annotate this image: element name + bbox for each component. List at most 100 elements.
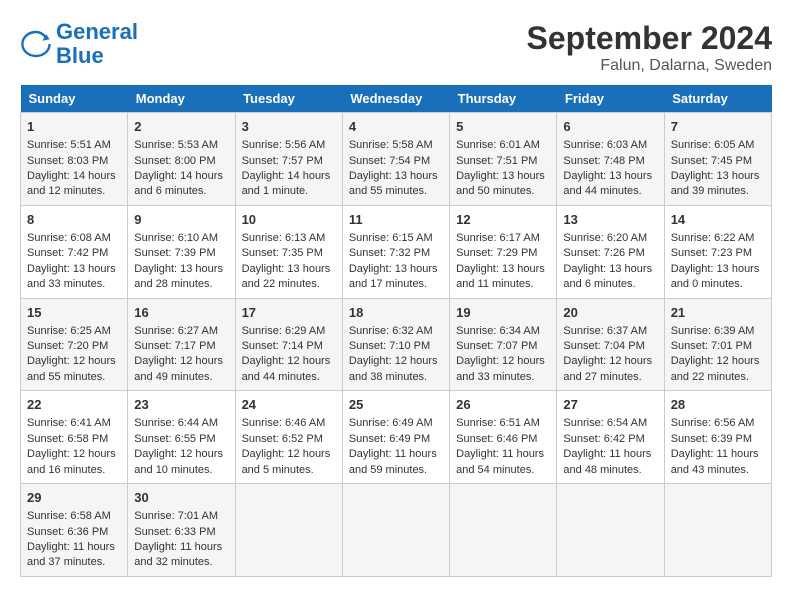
calendar-cell: 9Sunrise: 6:10 AMSunset: 7:39 PMDaylight… [128,205,235,298]
day-number: 6 [563,118,657,136]
day-number: 24 [242,396,336,414]
calendar-header: Sunday Monday Tuesday Wednesday Thursday… [21,85,772,113]
col-thursday: Thursday [450,85,557,113]
day-info: Daylight: 12 hours [242,448,331,460]
day-number: 1 [27,118,121,136]
day-info: and 48 minutes. [563,464,641,476]
day-info: Sunset: 8:00 PM [134,155,215,167]
day-info: Sunrise: 6:41 AM [27,417,111,429]
calendar-cell: 19Sunrise: 6:34 AMSunset: 7:07 PMDayligh… [450,298,557,391]
day-info: Sunset: 6:39 PM [671,433,752,445]
calendar-cell: 8Sunrise: 6:08 AMSunset: 7:42 PMDaylight… [21,205,128,298]
col-wednesday: Wednesday [342,85,449,113]
day-info: Sunset: 7:26 PM [563,247,644,259]
day-info: Daylight: 13 hours [671,170,760,182]
day-info: Sunrise: 6:08 AM [27,232,111,244]
day-info: Sunrise: 5:53 AM [134,139,218,151]
day-info: Sunset: 6:49 PM [349,433,430,445]
day-info: Sunrise: 7:01 AM [134,510,218,522]
day-info: Sunset: 7:14 PM [242,340,323,352]
day-info: Sunrise: 6:58 AM [27,510,111,522]
day-info: and 44 minutes. [242,371,320,383]
day-number: 23 [134,396,228,414]
day-info: Sunrise: 6:49 AM [349,417,433,429]
day-info: Daylight: 13 hours [456,170,545,182]
day-number: 19 [456,304,550,322]
day-info: Sunrise: 6:01 AM [456,139,540,151]
calendar-cell: 18Sunrise: 6:32 AMSunset: 7:10 PMDayligh… [342,298,449,391]
calendar-week-row: 15Sunrise: 6:25 AMSunset: 7:20 PMDayligh… [21,298,772,391]
day-info: Sunset: 7:42 PM [27,247,108,259]
day-number: 22 [27,396,121,414]
day-info: Sunrise: 6:03 AM [563,139,647,151]
calendar-week-row: 8Sunrise: 6:08 AMSunset: 7:42 PMDaylight… [21,205,772,298]
day-info: and 0 minutes. [671,278,743,290]
calendar-cell: 28Sunrise: 6:56 AMSunset: 6:39 PMDayligh… [664,391,771,484]
day-info: Sunset: 7:32 PM [349,247,430,259]
day-info: Sunset: 8:03 PM [27,155,108,167]
day-info: Daylight: 12 hours [134,448,223,460]
day-info: Daylight: 14 hours [27,170,116,182]
day-info: Sunrise: 6:05 AM [671,139,755,151]
calendar-week-row: 1Sunrise: 5:51 AMSunset: 8:03 PMDaylight… [21,113,772,206]
day-info: Daylight: 12 hours [671,355,760,367]
calendar-cell: 17Sunrise: 6:29 AMSunset: 7:14 PMDayligh… [235,298,342,391]
day-info: Daylight: 12 hours [134,355,223,367]
month-title: September 2024 [527,20,772,57]
day-info: Sunrise: 6:17 AM [456,232,540,244]
day-info: and 37 minutes. [27,556,105,568]
calendar-cell: 20Sunrise: 6:37 AMSunset: 7:04 PMDayligh… [557,298,664,391]
day-info: Sunrise: 6:44 AM [134,417,218,429]
day-info: and 50 minutes. [456,185,534,197]
day-number: 17 [242,304,336,322]
day-info: Sunrise: 6:10 AM [134,232,218,244]
day-info: Daylight: 13 hours [456,263,545,275]
day-info: Sunset: 7:39 PM [134,247,215,259]
day-info: Daylight: 13 hours [134,263,223,275]
day-info: and 54 minutes. [456,464,534,476]
calendar-cell: 13Sunrise: 6:20 AMSunset: 7:26 PMDayligh… [557,205,664,298]
day-info: Daylight: 12 hours [27,355,116,367]
day-info: and 22 minutes. [242,278,320,290]
day-info: Daylight: 14 hours [134,170,223,182]
day-info: Sunset: 6:42 PM [563,433,644,445]
day-info: and 17 minutes. [349,278,427,290]
day-info: Daylight: 12 hours [242,355,331,367]
calendar-cell: 14Sunrise: 6:22 AMSunset: 7:23 PMDayligh… [664,205,771,298]
col-tuesday: Tuesday [235,85,342,113]
day-number: 12 [456,211,550,229]
day-number: 16 [134,304,228,322]
day-info: and 27 minutes. [563,371,641,383]
day-info: Daylight: 11 hours [27,541,115,553]
day-info: Sunset: 6:33 PM [134,526,215,538]
calendar-week-row: 22Sunrise: 6:41 AMSunset: 6:58 PMDayligh… [21,391,772,484]
calendar-body: 1Sunrise: 5:51 AMSunset: 8:03 PMDaylight… [21,113,772,577]
calendar-cell: 29Sunrise: 6:58 AMSunset: 6:36 PMDayligh… [21,484,128,577]
day-info: Sunrise: 6:37 AM [563,325,647,337]
day-info: Daylight: 12 hours [349,355,438,367]
day-info: and 33 minutes. [27,278,105,290]
col-sunday: Sunday [21,85,128,113]
day-info: Daylight: 11 hours [349,448,437,460]
calendar-cell: 27Sunrise: 6:54 AMSunset: 6:42 PMDayligh… [557,391,664,484]
calendar-cell: 21Sunrise: 6:39 AMSunset: 7:01 PMDayligh… [664,298,771,391]
calendar-week-row: 29Sunrise: 6:58 AMSunset: 6:36 PMDayligh… [21,484,772,577]
day-info: and 6 minutes. [134,185,206,197]
calendar-cell: 26Sunrise: 6:51 AMSunset: 6:46 PMDayligh… [450,391,557,484]
day-info: Sunrise: 6:56 AM [671,417,755,429]
day-number: 29 [27,489,121,507]
day-info: Sunrise: 6:25 AM [27,325,111,337]
logo-icon [20,28,52,60]
day-number: 21 [671,304,765,322]
calendar-cell: 11Sunrise: 6:15 AMSunset: 7:32 PMDayligh… [342,205,449,298]
day-number: 28 [671,396,765,414]
calendar-cell: 6Sunrise: 6:03 AMSunset: 7:48 PMDaylight… [557,113,664,206]
day-number: 13 [563,211,657,229]
day-info: and 32 minutes. [134,556,212,568]
day-info: Sunrise: 6:39 AM [671,325,755,337]
calendar-cell: 15Sunrise: 6:25 AMSunset: 7:20 PMDayligh… [21,298,128,391]
day-info: Sunset: 6:46 PM [456,433,537,445]
day-info: Daylight: 12 hours [456,355,545,367]
day-info: Daylight: 13 hours [671,263,760,275]
day-info: Sunset: 7:29 PM [456,247,537,259]
